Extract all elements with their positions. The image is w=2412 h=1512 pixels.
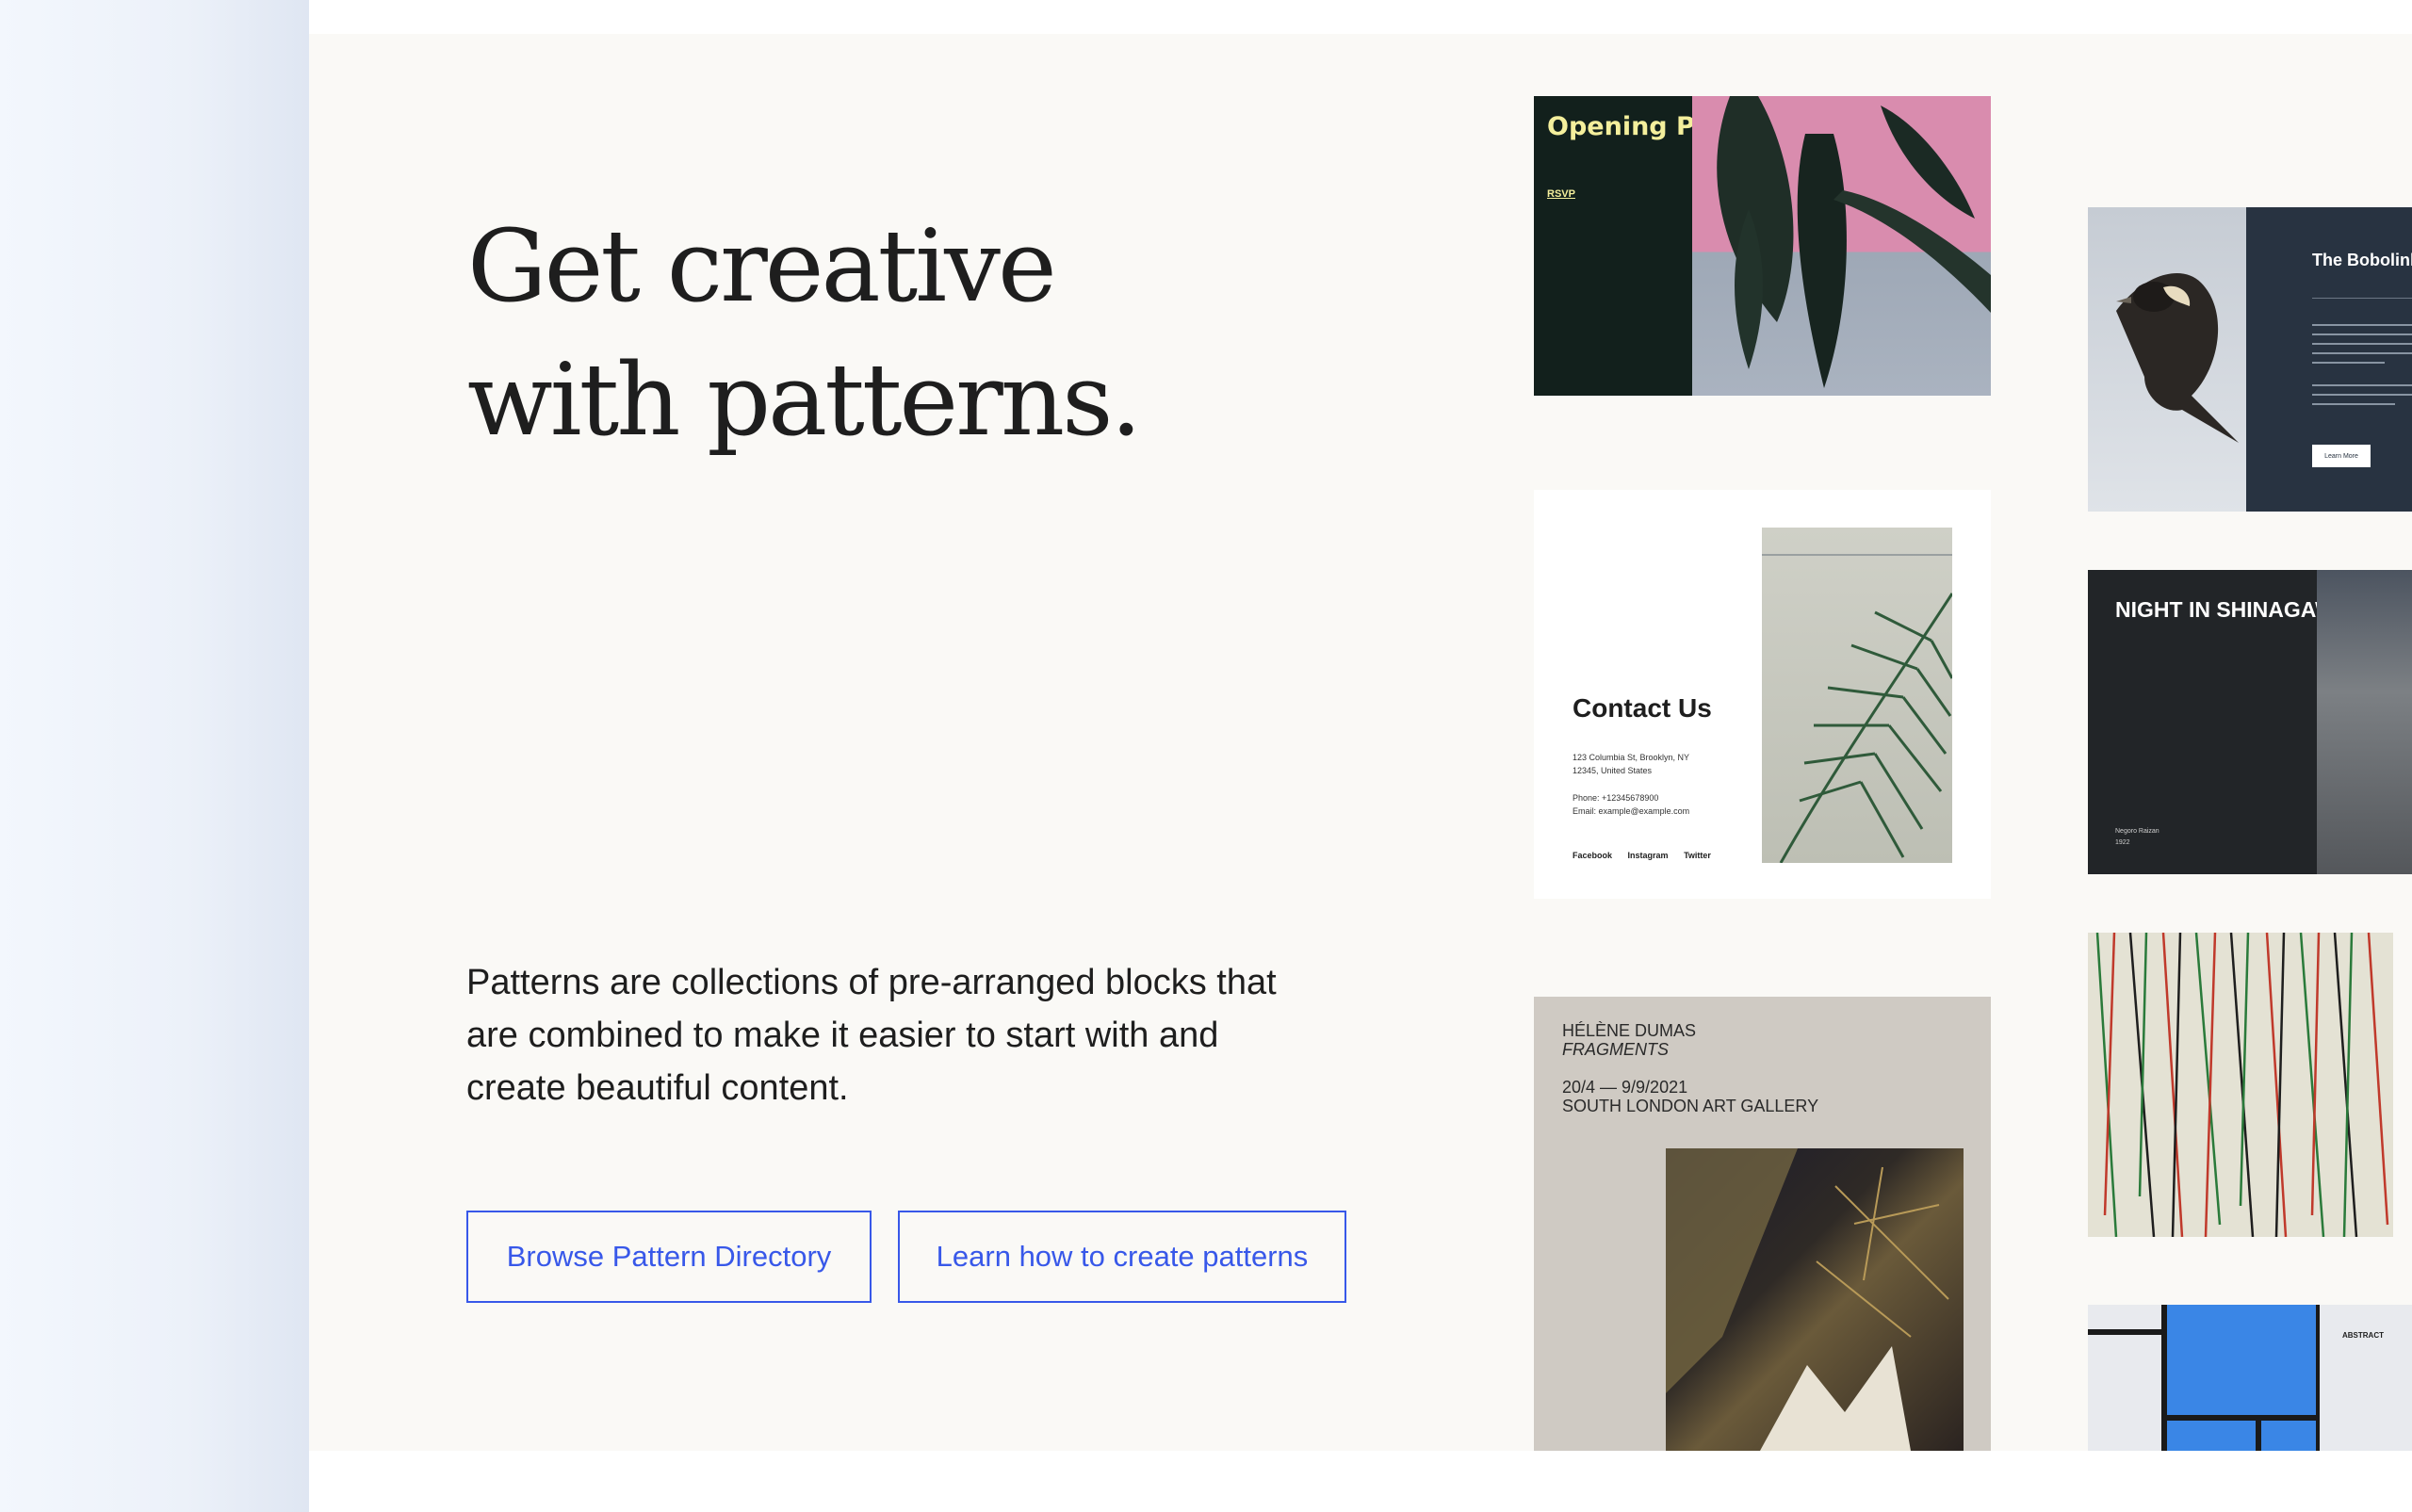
blue-block [2165, 1305, 2316, 1451]
title-line-2: with patterns. [467, 342, 1142, 458]
crane-artwork [1666, 1148, 1949, 1451]
exhibition-venue: SOUTH LONDON ART GALLERY [1562, 1097, 1819, 1115]
page-title: Get creative with patterns. [467, 200, 1142, 467]
social-link-instagram: Instagram [1627, 851, 1669, 860]
address-line-2: 12345, United States [1573, 766, 1653, 775]
bird-image [2088, 207, 2246, 512]
grid-line [2316, 1305, 2320, 1451]
learn-create-patterns-button[interactable]: Learn how to create patterns [898, 1211, 1346, 1303]
grid-line [2256, 1415, 2261, 1451]
sea-image [2317, 570, 2412, 874]
pattern-card-contact-us[interactable]: Contact Us 123 Columbia St, Brooklyn, NY… [1534, 490, 1991, 899]
pattern-card-stripes[interactable] [2088, 933, 2393, 1237]
grid-line [2161, 1305, 2167, 1451]
palm-frond-image [1762, 528, 1954, 864]
social-link-twitter: Twitter [1684, 851, 1711, 860]
grid-line [2167, 1415, 2318, 1421]
address-line-1: 123 Columbia St, Brooklyn, NY [1573, 753, 1690, 762]
section-description: Patterns are collections of pre-arranged… [466, 963, 1277, 1108]
pattern-card-fragments[interactable]: HÉLÈNE DUMAS FRAGMENTS 20/4 — 9/9/2021 S… [1534, 997, 1991, 1451]
social-link-facebook: Facebook [1573, 851, 1613, 860]
exhibition-dates: 20/4 — 9/9/2021 [1562, 1078, 1688, 1097]
pattern-card-opening-party[interactable]: Opening Party RSVP [1534, 96, 1991, 396]
bird-illustration [2116, 273, 2239, 443]
artist-credit: Negoro Raizan 1922 [2115, 826, 2159, 849]
title-line-1: Get creative [467, 208, 1057, 324]
body-text-placeholder [2312, 324, 2412, 413]
card-title: NIGHT IN SHINAGAWA [2115, 597, 2351, 622]
exhibition-info: HÉLÈNE DUMAS FRAGMENTS 20/4 — 9/9/2021 S… [1562, 1021, 1818, 1115]
plant-leaves-image [1692, 96, 1991, 396]
pattern-card-abstract[interactable]: ABSTRACT [2088, 1305, 2412, 1451]
pattern-card-shinagawa[interactable]: NIGHT IN SHINAGAWA Negoro Raizan 1922 [2088, 570, 2412, 874]
learn-more-button: Learn More [2312, 445, 2371, 467]
card-title: The Bobolink [2312, 251, 2412, 269]
artist-name: HÉLÈNE DUMAS [1562, 1021, 1697, 1040]
exhibition-title: FRAGMENTS [1562, 1040, 1670, 1059]
left-sidebar-gradient [0, 0, 309, 1512]
stripes-artwork [2095, 933, 2389, 1237]
browse-pattern-directory-button[interactable]: Browse Pattern Directory [466, 1211, 872, 1303]
artist-name: Negoro Raizan [2115, 828, 2159, 835]
patterns-section: Get creative with patterns. Patterns are… [309, 34, 2412, 1451]
social-links: Facebook Instagram Twitter [1573, 851, 1724, 860]
artwork-image [1666, 1148, 1964, 1451]
artwork-year: 1922 [2115, 839, 2130, 846]
pattern-card-bobolink[interactable]: The Bobolink Learn More [2088, 207, 2412, 512]
rsvp-link: RSVP [1547, 188, 1575, 200]
phone-text: Phone: +12345678900 [1573, 793, 1659, 803]
card-label: ABSTRACT [2342, 1331, 2384, 1340]
leaf-illustration [1717, 96, 1991, 388]
contact-title: Contact Us [1573, 693, 1712, 723]
grid-line [2088, 1329, 2167, 1335]
email-text: Email: example@example.com [1573, 806, 1690, 816]
palm-illustration [1762, 554, 1954, 864]
divider [2312, 298, 2412, 299]
